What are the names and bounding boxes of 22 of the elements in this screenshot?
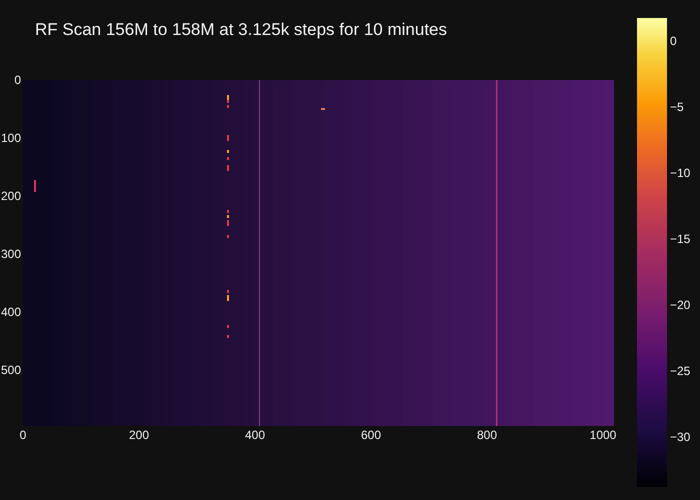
signal-mark — [321, 108, 325, 110]
y-tick-label: 200 — [0, 189, 21, 203]
x-tick-label: 200 — [128, 428, 150, 442]
colorbar-tick-label: −30 — [670, 430, 690, 444]
x-tick-label: 0 — [20, 428, 26, 442]
x-tick-label: 1000 — [590, 428, 616, 442]
colorbar-tick-label: −5 — [670, 100, 684, 114]
colorbar-tick-label: −15 — [670, 232, 690, 246]
y-tick-label: 100 — [0, 131, 21, 145]
signal-mark — [34, 180, 36, 192]
y-tick-label: 500 — [0, 363, 21, 377]
x-tick-label: 600 — [360, 428, 382, 442]
colorbar-tick-label: −20 — [670, 298, 690, 312]
chart-title: RF Scan 156M to 158M at 3.125k steps for 10 minutes — [35, 20, 447, 39]
y-tick-label: 0 — [14, 73, 21, 87]
x-tick-label: 400 — [244, 428, 266, 442]
colorbar-tick-label: 0 — [670, 34, 677, 48]
colorbar-tick-label: −10 — [670, 166, 690, 180]
x-tick-label: 800 — [476, 428, 498, 442]
y-tick-label: 300 — [0, 247, 21, 261]
colorbar-tick-label: −25 — [670, 364, 690, 378]
y-tick-label: 400 — [0, 305, 21, 319]
